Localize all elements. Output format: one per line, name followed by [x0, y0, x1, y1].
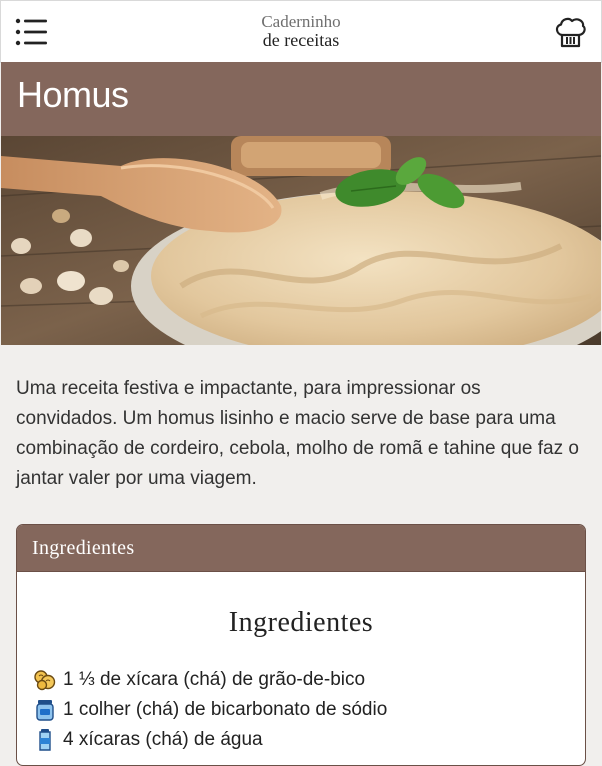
- ingredients-card: Ingredientes Ingredientes 1 ⅓ de xícara …: [16, 524, 586, 766]
- top-app-bar: Caderninho de receitas: [0, 0, 602, 63]
- brand-line2: de receitas: [262, 30, 340, 50]
- water-bottle-icon: [39, 729, 51, 751]
- chef-profile-button[interactable]: [553, 15, 587, 49]
- ingredient-text: 4 xícaras (chá) de água: [63, 729, 263, 750]
- chickpea-icon: [34, 670, 56, 691]
- recipe-title-bar: Homus: [1, 62, 601, 136]
- ingredients-list: 1 ⅓ de xícara (chá) de grão-de-bico 1 co…: [33, 665, 387, 755]
- ingredient-text: 1 ⅓ de xícara (chá) de grão-de-bico: [63, 669, 366, 690]
- list-item: 1 ⅓ de xícara (chá) de grão-de-bico: [33, 665, 387, 695]
- ingredient-text: 1 colher (chá) de bicarbonato de sódio: [63, 699, 388, 720]
- recipe-title: Homus: [17, 74, 129, 115]
- ingredients-card-header[interactable]: Ingredientes: [17, 525, 585, 572]
- list-item: 1 colher (chá) de bicarbonato de sódio: [33, 695, 387, 725]
- baking-soda-jar-icon: [36, 700, 54, 721]
- recipe-hero-image: [1, 136, 601, 345]
- recipe-description: Uma receita festiva e impactante, para i…: [16, 378, 579, 489]
- chef-hat-icon: [555, 17, 586, 48]
- brand-line1: Caderninho: [261, 12, 341, 31]
- ingredients-title: Ingredientes: [228, 607, 374, 638]
- brand-logo[interactable]: Caderninho de receitas: [1, 12, 601, 50]
- ingredients-card-header-label: Ingredientes: [32, 537, 135, 559]
